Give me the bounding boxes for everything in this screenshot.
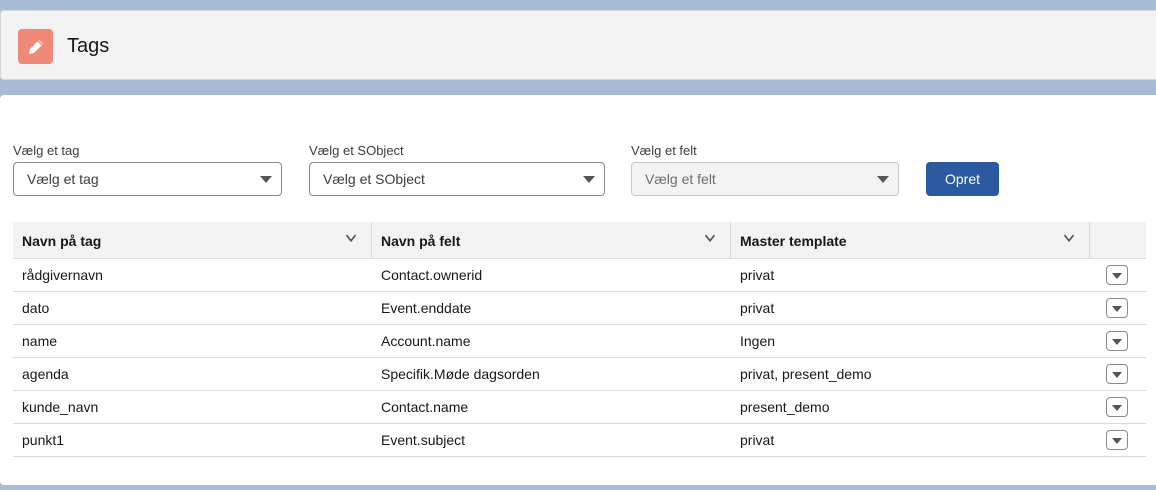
page-title: Tags — [67, 35, 110, 57]
sobject-select-value: Vælg et SObject — [323, 171, 425, 187]
cell-field: Event.enddate — [381, 300, 472, 316]
table-header: Navn på tag Navn på felt Master template — [13, 222, 1146, 259]
row-actions-button[interactable] — [1106, 397, 1128, 417]
cell-tag: rådgivernavn — [22, 267, 103, 283]
column-header-label: Master template — [740, 232, 847, 249]
column-header-template[interactable]: Master template — [731, 222, 1090, 259]
tag-select[interactable]: Vælg et tag — [13, 162, 282, 196]
chevron-down-icon[interactable] — [1063, 234, 1075, 243]
caret-down-icon — [583, 176, 595, 183]
cell-template: privat — [740, 300, 775, 316]
cell-field: Contact.name — [381, 399, 469, 415]
cell-tag: kunde_navn — [22, 399, 99, 415]
cell-tag: punkt1 — [22, 432, 65, 448]
main-panel: Vælg et tag Vælg et tag Vælg et SObject … — [0, 95, 1156, 485]
chevron-down-icon[interactable] — [345, 234, 357, 243]
field-select[interactable]: Vælg et felt — [631, 162, 899, 196]
caret-down-icon — [877, 176, 889, 183]
cell-tag: dato — [22, 300, 50, 316]
cell-field: Account.name — [381, 333, 471, 349]
column-header-tag[interactable]: Navn på tag — [13, 222, 372, 259]
tag-select-value: Vælg et tag — [27, 171, 99, 187]
table-row: rådgivernavn Contact.ownerid privat — [13, 259, 1146, 292]
field-select-label: Vælg et felt — [631, 143, 697, 158]
caret-down-icon — [1112, 438, 1122, 444]
row-actions-button[interactable] — [1106, 265, 1128, 285]
cell-template: Ingen — [740, 333, 776, 349]
table-row: dato Event.enddate privat — [13, 292, 1146, 325]
cell-field: Specifik.Møde dagsorden — [381, 366, 540, 382]
row-actions-button[interactable] — [1106, 298, 1128, 318]
cell-tag: agenda — [22, 366, 69, 382]
sobject-select[interactable]: Vælg et SObject — [309, 162, 605, 196]
cell-template: privat, present_demo — [740, 366, 872, 382]
row-actions-button[interactable] — [1106, 364, 1128, 384]
tag-select-label: Vælg et tag — [13, 143, 80, 158]
page-header: Tags — [0, 10, 1156, 80]
column-header-label: Navn på tag — [22, 232, 102, 249]
cell-field: Event.subject — [381, 432, 466, 448]
caret-down-icon — [260, 176, 272, 183]
cell-template: present_demo — [740, 399, 830, 415]
create-button[interactable]: Opret — [926, 162, 999, 196]
column-header-actions — [1090, 222, 1146, 258]
caret-down-icon — [1112, 405, 1122, 411]
column-header-label: Navn på felt — [381, 232, 461, 249]
field-select-value: Vælg et felt — [645, 171, 716, 187]
cell-tag: name — [22, 333, 58, 349]
caret-down-icon — [1112, 306, 1122, 312]
table-row: name Account.name Ingen — [13, 325, 1146, 358]
caret-down-icon — [1112, 372, 1122, 378]
cell-field: Contact.ownerid — [381, 267, 483, 283]
table-row: punkt1 Event.subject privat — [13, 424, 1146, 457]
column-header-field[interactable]: Navn på felt — [372, 222, 731, 259]
cell-template: privat — [740, 432, 775, 448]
cell-template: privat — [740, 267, 775, 283]
row-actions-button[interactable] — [1106, 430, 1128, 450]
tags-table: Navn på tag Navn på felt Master template… — [13, 222, 1146, 457]
chevron-down-icon[interactable] — [704, 234, 716, 243]
caret-down-icon — [1112, 273, 1122, 279]
row-actions-button[interactable] — [1106, 331, 1128, 351]
table-row: agenda Specifik.Møde dagsorden privat, p… — [13, 358, 1146, 391]
caret-down-icon — [1112, 339, 1122, 345]
pencil-icon — [18, 29, 53, 64]
table-row: kunde_navn Contact.name present_demo — [13, 391, 1146, 424]
sobject-select-label: Vælg et SObject — [309, 143, 404, 158]
